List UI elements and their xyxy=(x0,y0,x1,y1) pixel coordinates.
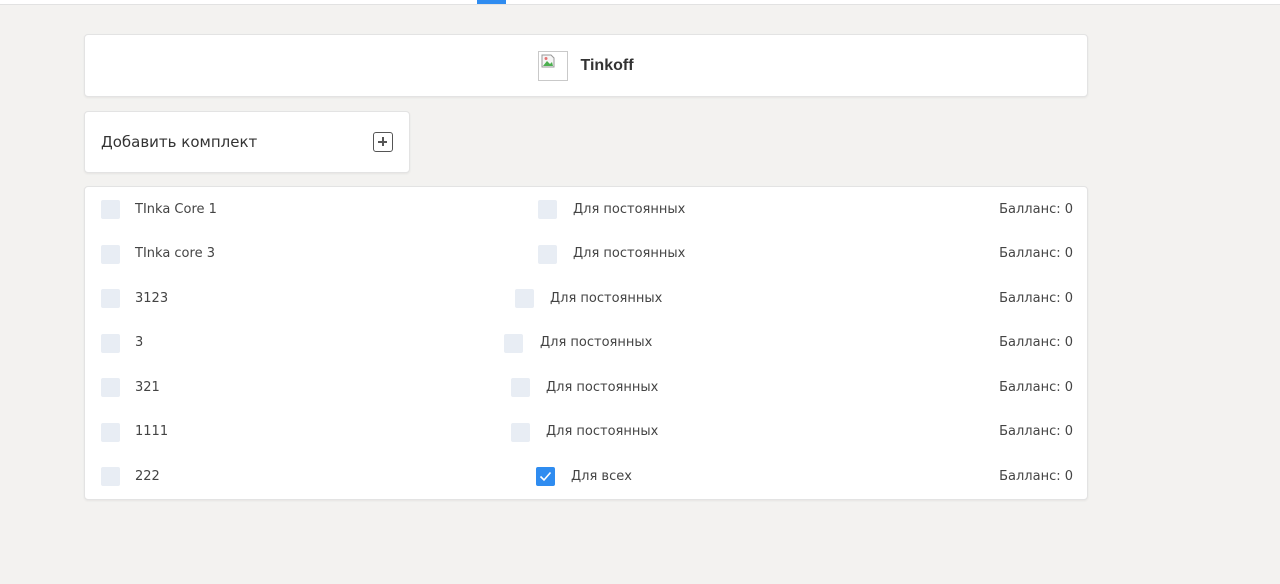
top-bar xyxy=(0,0,1280,5)
set-select-checkbox[interactable] xyxy=(101,289,120,308)
set-type-checkbox[interactable] xyxy=(511,378,530,397)
list-item: TInka core 3 Для постоянных Балланс: 0 xyxy=(85,231,1089,275)
set-type-label: Для постоянных xyxy=(573,246,686,261)
bank-header-card: Tinkoff xyxy=(84,34,1088,97)
set-name: 321 xyxy=(135,380,160,395)
set-select-checkbox[interactable] xyxy=(101,334,120,353)
list-item: 3 Для постоянных Балланс: 0 xyxy=(85,320,1089,364)
checkmark-icon xyxy=(539,471,552,482)
set-balance: Балланс: 0 xyxy=(999,202,1073,217)
set-type-checkbox[interactable] xyxy=(538,200,557,219)
set-type-label: Для всех xyxy=(571,469,632,484)
set-balance: Балланс: 0 xyxy=(999,424,1073,439)
add-set-label: Добавить комплект xyxy=(101,133,258,151)
set-type-label: Для постоянных xyxy=(550,291,663,306)
set-balance: Балланс: 0 xyxy=(999,291,1073,306)
set-type-checkbox[interactable] xyxy=(504,334,523,353)
set-balance: Балланс: 0 xyxy=(999,335,1073,350)
set-type-label: Для постоянных xyxy=(546,380,659,395)
list-item: 3123 Для постоянных Балланс: 0 xyxy=(85,276,1089,320)
add-set-button[interactable]: Добавить комплект xyxy=(84,111,410,173)
set-balance: Балланс: 0 xyxy=(999,380,1073,395)
list-item: 321 Для постоянных Балланс: 0 xyxy=(85,365,1089,409)
set-type-checkbox-checked[interactable] xyxy=(536,467,555,486)
sets-list: TInka Core 1 Для постоянных Балланс: 0 T… xyxy=(84,186,1088,500)
set-balance: Балланс: 0 xyxy=(999,246,1073,261)
set-name: 1111 xyxy=(135,424,169,439)
set-type-checkbox[interactable] xyxy=(538,245,557,264)
active-tab-indicator xyxy=(477,0,506,4)
set-type-checkbox[interactable] xyxy=(515,289,534,308)
set-name: TInka Core 1 xyxy=(135,202,217,217)
set-select-checkbox[interactable] xyxy=(101,423,120,442)
list-item: 1111 Для постоянных Балланс: 0 xyxy=(85,409,1089,453)
set-select-checkbox[interactable] xyxy=(101,378,120,397)
set-name: 222 xyxy=(135,469,160,484)
list-item: 222 Для всех Балланс: 0 xyxy=(85,454,1089,498)
set-type-checkbox[interactable] xyxy=(511,423,530,442)
set-name: 3123 xyxy=(135,291,169,306)
set-type-label: Для постоянных xyxy=(540,335,653,350)
set-name: 3 xyxy=(135,335,144,350)
set-select-checkbox[interactable] xyxy=(101,200,120,219)
bank-name: Tinkoff xyxy=(580,56,634,74)
set-type-label: Для постоянных xyxy=(546,424,659,439)
set-type-label: Для постоянных xyxy=(573,202,686,217)
set-balance: Балланс: 0 xyxy=(999,469,1073,484)
plus-square-icon[interactable] xyxy=(373,132,393,152)
set-select-checkbox[interactable] xyxy=(101,245,120,264)
broken-image-icon xyxy=(538,50,569,81)
set-select-checkbox[interactable] xyxy=(101,467,120,486)
set-name: TInka core 3 xyxy=(135,246,215,261)
list-item: TInka Core 1 Для постоянных Балланс: 0 xyxy=(85,187,1089,231)
